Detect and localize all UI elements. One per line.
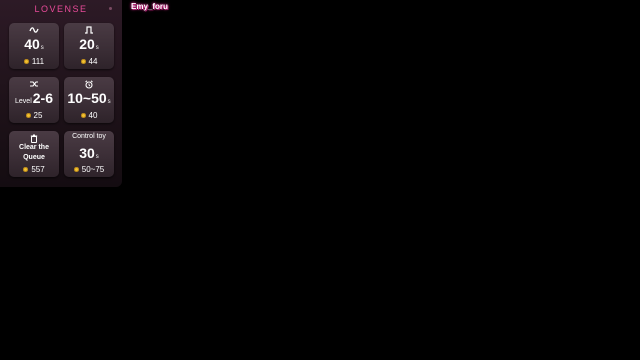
tip-option-level: Level 2-6 <box>9 90 59 110</box>
tip-option-card-1[interactable]: 40 s 111 <box>9 23 59 69</box>
token-cost: 50~75 <box>64 165 114 174</box>
lovense-logo: LOVENSE <box>34 4 88 14</box>
duration-unit: s <box>40 45 44 51</box>
token-cost: 111 <box>9 57 59 66</box>
trash-icon <box>9 133 59 143</box>
tip-option-card-2[interactable]: 20 s 44 <box>64 23 114 69</box>
duration-value: 20 <box>79 36 95 52</box>
token-coin-icon <box>73 167 79 172</box>
tip-option-duration: 30 s <box>64 145 114 165</box>
panel-menu-dot-icon[interactable] <box>109 7 112 10</box>
token-amount: 40 <box>88 111 98 120</box>
token-cost: 44 <box>64 57 114 66</box>
tip-option-duration: 40 s <box>9 36 59 56</box>
token-cost: 557 <box>9 165 59 174</box>
tip-option-card-3[interactable]: Level 2-6 25 <box>9 77 59 123</box>
duration-unit: s <box>95 154 99 160</box>
token-amount: 44 <box>88 57 98 66</box>
duration-unit: s <box>107 99 111 105</box>
tip-option-card-4[interactable]: 10~50 s 40 <box>64 77 114 123</box>
username-label: Emy_foru <box>131 2 168 11</box>
tip-option-card-6[interactable]: Control toy 30 s 50~75 <box>64 131 114 177</box>
clear-queue-line-2: Queue <box>23 154 45 161</box>
pulse-icon <box>64 25 114 35</box>
clear-queue-label: Clear the Queue <box>9 143 59 163</box>
level-value: 2-6 <box>32 90 53 106</box>
lovense-tip-menu-panel: LOVENSE 40 s 111 20 s 44 Level 2-6 25 10… <box>0 0 122 187</box>
shuffle-icon <box>9 79 59 89</box>
clear-queue-line-1: Clear the <box>19 144 49 151</box>
duration-value: 10~50 <box>67 90 107 106</box>
token-coin-icon <box>80 59 86 64</box>
token-amount: 25 <box>33 111 43 120</box>
token-coin-icon <box>23 167 29 172</box>
token-cost: 40 <box>64 111 114 120</box>
token-cost: 25 <box>9 111 59 120</box>
wave-icon <box>9 25 59 35</box>
token-coin-icon <box>23 59 29 64</box>
token-coin-icon <box>25 113 31 118</box>
duration-value: 40 <box>24 36 40 52</box>
duration-unit: s <box>95 45 99 51</box>
control-toy-label: Control toy <box>72 133 106 140</box>
token-amount: 111 <box>31 57 45 66</box>
token-coin-icon <box>80 113 86 118</box>
tip-option-duration: 10~50 s <box>64 90 114 110</box>
token-amount: 50~75 <box>81 165 105 174</box>
level-label: Level <box>15 98 32 105</box>
alarm-icon <box>64 79 114 89</box>
duration-value: 30 <box>79 145 95 161</box>
tip-option-duration: 20 s <box>64 36 114 56</box>
token-amount: 557 <box>31 165 45 174</box>
tip-option-card-5[interactable]: Clear the Queue 557 <box>9 131 59 177</box>
